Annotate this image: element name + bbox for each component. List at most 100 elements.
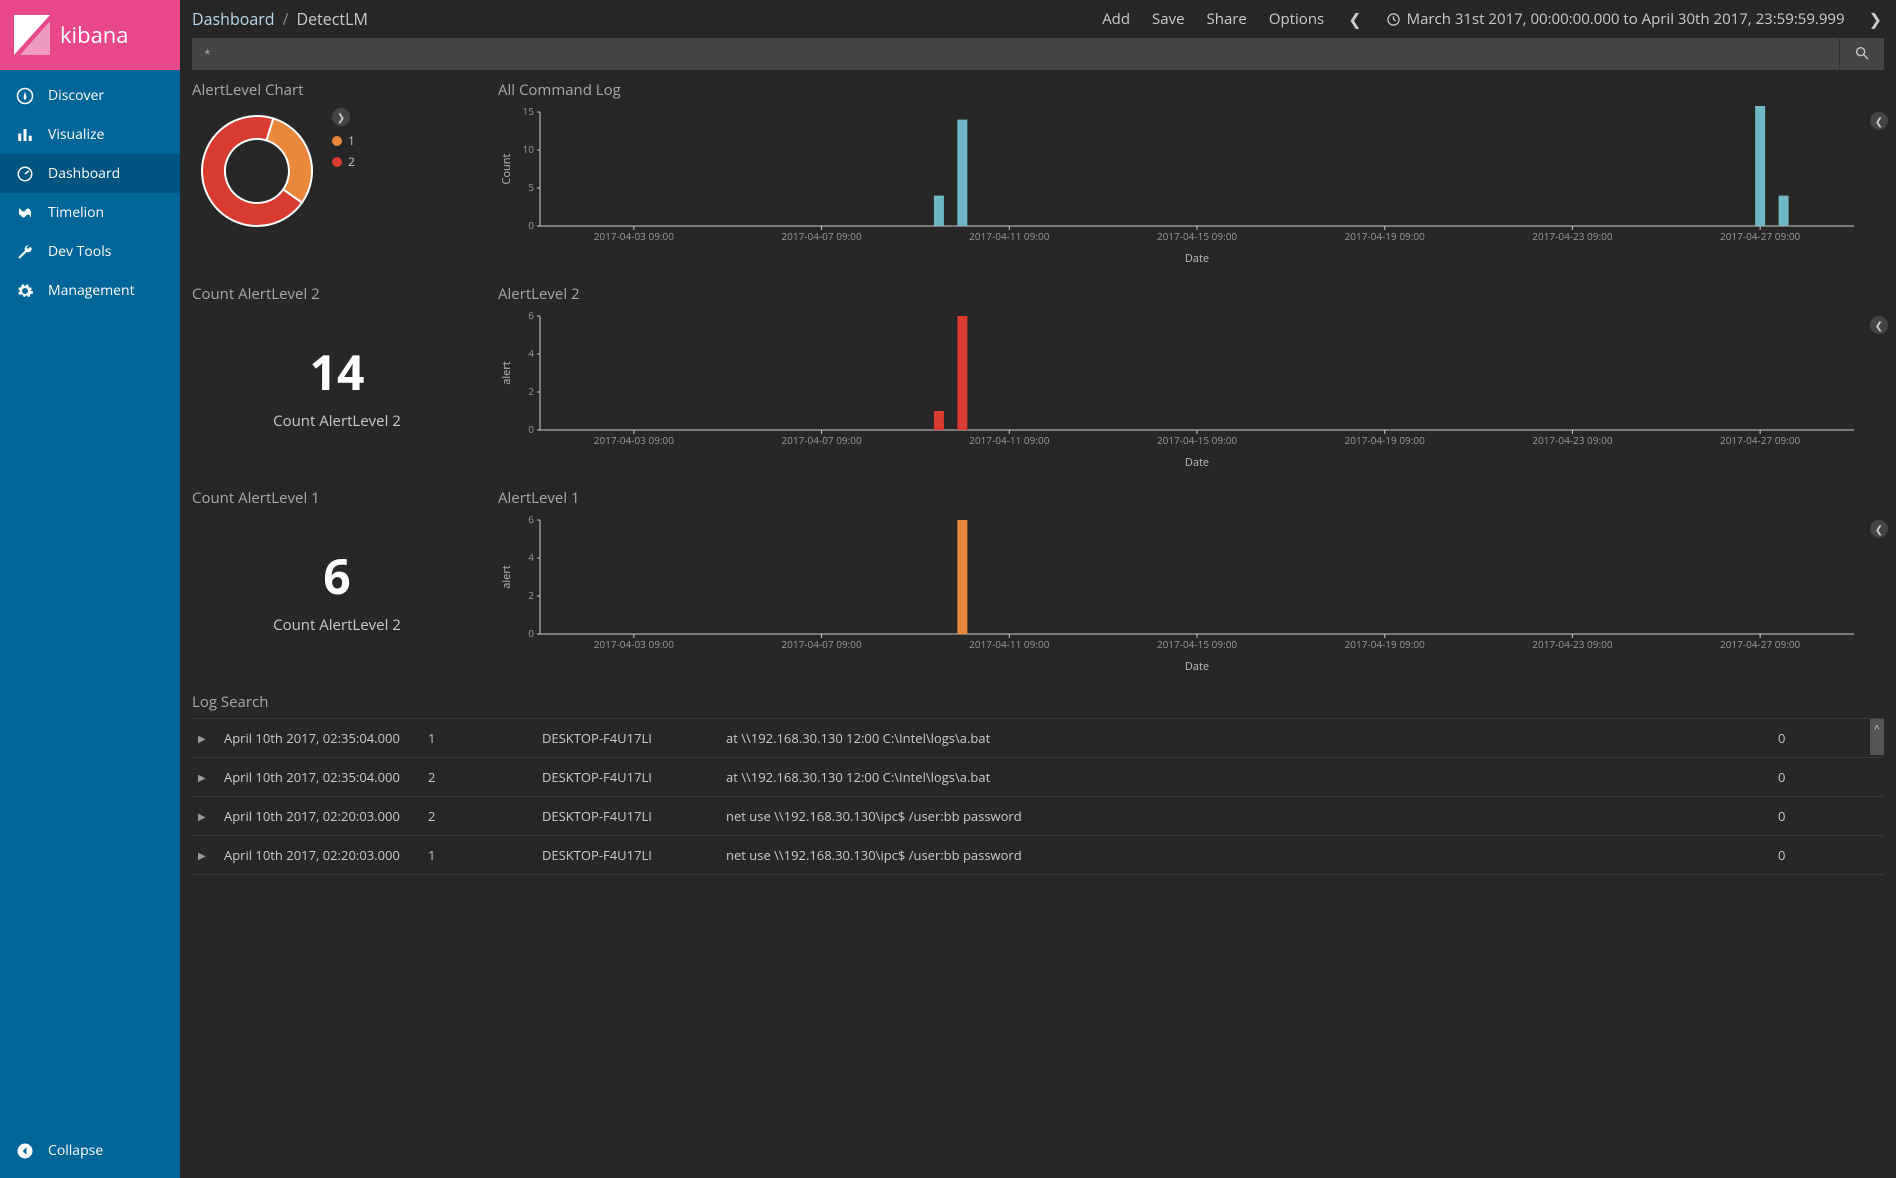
row-expand-icon[interactable]: ▶ xyxy=(198,770,210,784)
topbar: Dashboard / DetectLM Add Save Share Opti… xyxy=(180,0,1896,34)
log-time: April 10th 2017, 02:35:04.000 xyxy=(224,768,414,786)
nav-label: Dev Tools xyxy=(48,242,111,261)
log-row[interactable]: ▶ April 10th 2017, 02:35:04.000 2 DESKTO… xyxy=(192,758,1884,797)
kibana-logo-icon xyxy=(14,15,50,55)
chart-collapse-icon[interactable]: ❮ xyxy=(1870,520,1888,538)
svg-text:2017-04-15 09:00: 2017-04-15 09:00 xyxy=(1157,229,1238,243)
timerange-text: March 31st 2017, 00:00:00.000 to April 3… xyxy=(1407,9,1845,29)
panel-title: Log Search xyxy=(192,692,1884,712)
collapse-icon xyxy=(16,1142,34,1160)
time-next-icon[interactable]: ❯ xyxy=(1867,8,1884,30)
log-n: 0 xyxy=(1778,729,1878,747)
legend-item-2[interactable]: 2 xyxy=(332,153,355,170)
searchbar xyxy=(192,38,1884,70)
svg-text:0: 0 xyxy=(528,422,534,436)
row-expand-icon[interactable]: ▶ xyxy=(198,731,210,745)
chart-collapse-icon[interactable]: ❮ xyxy=(1870,112,1888,130)
row-expand-icon[interactable]: ▶ xyxy=(198,848,210,862)
panel-log-search: Log Search ▶ April 10th 2017, 02:35:04.0… xyxy=(192,692,1884,875)
log-host: DESKTOP-F4U17LI xyxy=(542,846,712,864)
metric-value: 6 xyxy=(192,544,482,609)
search-button[interactable] xyxy=(1839,38,1884,70)
breadcrumb-sep: / xyxy=(283,8,289,30)
bar-chart-alert1[interactable]: 02462017-04-03 09:002017-04-07 09:002017… xyxy=(498,514,1864,674)
nav-label: Timelion xyxy=(48,203,104,222)
svg-text:2017-04-07 09:00: 2017-04-07 09:00 xyxy=(781,229,862,243)
panel-title: Count AlertLevel 2 xyxy=(192,284,482,304)
svg-text:2017-04-03 09:00: 2017-04-03 09:00 xyxy=(594,637,675,651)
log-host: DESKTOP-F4U17LI xyxy=(542,768,712,786)
metric-value: 14 xyxy=(192,340,482,405)
action-save[interactable]: Save xyxy=(1152,9,1184,29)
sidebar-item-dashboard[interactable]: Dashboard xyxy=(0,154,180,193)
panel-alertlevel-2: AlertLevel 2 ❮ 02462017-04-03 09:002017-… xyxy=(498,284,1884,470)
log-time: April 10th 2017, 02:35:04.000 xyxy=(224,729,414,747)
sidebar-item-management[interactable]: Management xyxy=(0,271,180,310)
bar-chart-alert2[interactable]: 02462017-04-03 09:002017-04-07 09:002017… xyxy=(498,310,1864,470)
nav-label: Discover xyxy=(48,86,104,105)
top-actions: Add Save Share Options ❮ March 31st 2017… xyxy=(1102,8,1884,30)
legend-label: 2 xyxy=(348,153,355,170)
svg-text:2017-04-19 09:00: 2017-04-19 09:00 xyxy=(1345,229,1426,243)
panel-title: AlertLevel Chart xyxy=(192,80,482,100)
logo[interactable]: kibana xyxy=(0,0,180,70)
search-input[interactable] xyxy=(192,38,1839,70)
svg-text:5: 5 xyxy=(528,180,534,194)
action-share[interactable]: Share xyxy=(1207,9,1247,29)
svg-text:2017-04-27 09:00: 2017-04-27 09:00 xyxy=(1720,229,1801,243)
log-row[interactable]: ▶ April 10th 2017, 02:20:03.000 1 DESKTO… xyxy=(192,836,1884,875)
time-prev-icon[interactable]: ❮ xyxy=(1346,8,1363,30)
panel-title: AlertLevel 2 xyxy=(498,284,1884,304)
chart-collapse-icon[interactable]: ❮ xyxy=(1870,316,1888,334)
log-cmd: at \\192.168.30.130 12:00 C:\Intel\logs\… xyxy=(726,729,1764,747)
log-n: 0 xyxy=(1778,807,1878,825)
action-add[interactable]: Add xyxy=(1102,9,1130,29)
log-level: 1 xyxy=(428,729,528,747)
svg-text:0: 0 xyxy=(528,218,534,232)
donut-legend: ❯ 1 2 xyxy=(332,108,355,170)
svg-text:2017-04-11 09:00: 2017-04-11 09:00 xyxy=(969,229,1050,243)
legend-dot-icon xyxy=(332,136,342,146)
svg-text:6: 6 xyxy=(528,514,534,526)
svg-text:2017-04-03 09:00: 2017-04-03 09:00 xyxy=(594,229,675,243)
sidebar-collapse[interactable]: Collapse xyxy=(0,1131,180,1178)
breadcrumb-root[interactable]: Dashboard xyxy=(192,8,275,30)
log-time: April 10th 2017, 02:20:03.000 xyxy=(224,807,414,825)
svg-text:2017-04-07 09:00: 2017-04-07 09:00 xyxy=(781,433,862,447)
svg-text:2017-04-15 09:00: 2017-04-15 09:00 xyxy=(1157,433,1238,447)
sidebar-item-discover[interactable]: Discover xyxy=(0,76,180,115)
log-row[interactable]: ▶ April 10th 2017, 02:35:04.000 1 DESKTO… xyxy=(192,718,1884,758)
log-row[interactable]: ▶ April 10th 2017, 02:20:03.000 2 DESKTO… xyxy=(192,797,1884,836)
panel-title: Count AlertLevel 1 xyxy=(192,488,482,508)
brand-text: kibana xyxy=(60,20,129,50)
scroll-up-icon[interactable]: ^ xyxy=(1870,719,1884,755)
legend-expand-icon[interactable]: ❯ xyxy=(332,108,350,126)
clock-icon xyxy=(1386,12,1401,27)
donut-chart[interactable] xyxy=(192,106,322,236)
svg-text:2017-04-07 09:00: 2017-04-07 09:00 xyxy=(781,637,862,651)
svg-text:2: 2 xyxy=(528,384,534,398)
metric-label: Count AlertLevel 2 xyxy=(192,411,482,431)
action-options[interactable]: Options xyxy=(1269,9,1324,29)
svg-text:10: 10 xyxy=(523,142,535,156)
log-level: 2 xyxy=(428,768,528,786)
legend-item-1[interactable]: 1 xyxy=(332,132,355,149)
dashboard-icon xyxy=(16,165,34,183)
legend-label: 1 xyxy=(348,132,355,149)
timerange-picker[interactable]: March 31st 2017, 00:00:00.000 to April 3… xyxy=(1386,9,1845,29)
svg-text:2017-04-27 09:00: 2017-04-27 09:00 xyxy=(1720,637,1801,651)
sidebar-item-timelion[interactable]: Timelion xyxy=(0,193,180,232)
svg-text:Date: Date xyxy=(1185,251,1209,266)
svg-text:4: 4 xyxy=(528,550,534,564)
sidebar-item-devtools[interactable]: Dev Tools xyxy=(0,232,180,271)
svg-text:2017-04-11 09:00: 2017-04-11 09:00 xyxy=(969,433,1050,447)
log-level: 1 xyxy=(428,846,528,864)
row-expand-icon[interactable]: ▶ xyxy=(198,809,210,823)
log-cmd: net use \\192.168.30.130\ipc$ /user:bb p… xyxy=(726,807,1764,825)
legend-dot-icon xyxy=(332,157,342,167)
sidebar-item-visualize[interactable]: Visualize xyxy=(0,115,180,154)
bar-chart-all-cmd[interactable]: 0510152017-04-03 09:002017-04-07 09:0020… xyxy=(498,106,1864,266)
search-icon xyxy=(1854,45,1870,61)
svg-text:2017-04-23 09:00: 2017-04-23 09:00 xyxy=(1532,433,1613,447)
gear-icon xyxy=(16,282,34,300)
